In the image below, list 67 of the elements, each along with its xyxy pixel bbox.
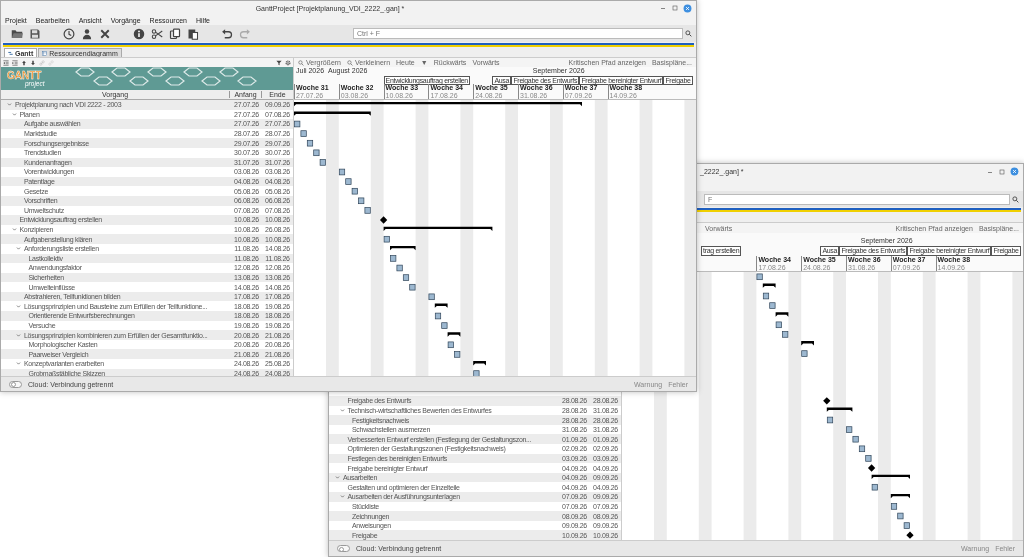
task-bar[interactable]	[351, 187, 358, 195]
arrow-down-icon[interactable]	[30, 59, 36, 66]
task-bar[interactable]	[306, 139, 314, 147]
summary-bar[interactable]	[762, 283, 776, 288]
copy-icon[interactable]	[169, 27, 181, 40]
summary-bar[interactable]	[826, 407, 853, 412]
task-bar[interactable]	[858, 445, 866, 453]
summary-bar[interactable]	[871, 474, 910, 480]
task-bar[interactable]	[409, 283, 416, 291]
summary-bar[interactable]	[801, 341, 814, 346]
close-icon[interactable]	[683, 3, 692, 13]
summary-bar[interactable]	[294, 111, 371, 116]
cloud-toggle[interactable]	[9, 380, 22, 388]
task-bar[interactable]	[390, 255, 397, 262]
task-bar[interactable]	[826, 416, 834, 424]
task-bar[interactable]	[428, 293, 435, 301]
task-bar[interactable]	[447, 341, 454, 349]
arrow-up-icon[interactable]	[21, 59, 27, 66]
task-bar[interactable]	[313, 149, 320, 157]
summary-bar[interactable]	[890, 493, 910, 499]
task-bar[interactable]	[890, 503, 898, 510]
task-bar[interactable]	[454, 351, 461, 358]
zoom-icon[interactable]	[347, 59, 354, 66]
save-icon[interactable]	[29, 27, 41, 40]
paste-icon[interactable]	[187, 27, 199, 40]
task-bar[interactable]	[897, 512, 904, 520]
task-bar[interactable]	[319, 159, 326, 166]
task-bar[interactable]	[871, 483, 878, 491]
summary-bar[interactable]	[473, 361, 486, 366]
delete-icon[interactable]	[99, 27, 111, 40]
folder-icon[interactable]	[11, 27, 23, 40]
task-bar[interactable]	[358, 197, 365, 205]
task-bar[interactable]	[852, 435, 859, 443]
info-icon[interactable]	[133, 27, 145, 40]
gantt-chart-icon	[8, 50, 13, 56]
task-bar[interactable]	[775, 321, 782, 329]
task-bar[interactable]	[434, 312, 442, 320]
task-bar[interactable]	[756, 273, 763, 281]
milestone-diamond[interactable]	[823, 397, 831, 405]
milestone-diamond[interactable]	[867, 464, 876, 472]
cloud-toggle[interactable]	[337, 545, 350, 552]
summary-bar[interactable]	[775, 312, 789, 317]
task-bar[interactable]	[402, 274, 410, 281]
filter-icon[interactable]	[276, 59, 282, 66]
zoom-icon[interactable]	[298, 59, 304, 66]
task-bar[interactable]	[762, 292, 770, 300]
summary-bar[interactable]	[434, 303, 448, 308]
task-bar[interactable]	[338, 168, 346, 176]
search-icon[interactable]	[1012, 195, 1019, 203]
outdent-icon[interactable]	[3, 59, 9, 66]
undo-icon[interactable]	[221, 27, 233, 40]
task-bar[interactable]	[396, 264, 403, 272]
summary-bar[interactable]	[447, 332, 461, 337]
search-icon[interactable]	[685, 30, 692, 37]
task-bar[interactable]	[383, 235, 390, 243]
task-bar[interactable]	[782, 331, 789, 338]
settings-icon[interactable]	[285, 59, 291, 66]
cut-icon[interactable]	[151, 27, 163, 40]
task-bar[interactable]	[903, 522, 910, 529]
clock-icon[interactable]	[63, 27, 75, 40]
summary-bar[interactable]	[390, 245, 416, 251]
task-bar[interactable]	[294, 120, 301, 128]
logo-title: GANTT	[7, 70, 42, 81]
close-icon[interactable]	[1010, 167, 1019, 176]
task-bar[interactable]	[846, 426, 853, 433]
summary-bar[interactable]	[383, 226, 493, 232]
person-icon[interactable]	[81, 27, 93, 40]
